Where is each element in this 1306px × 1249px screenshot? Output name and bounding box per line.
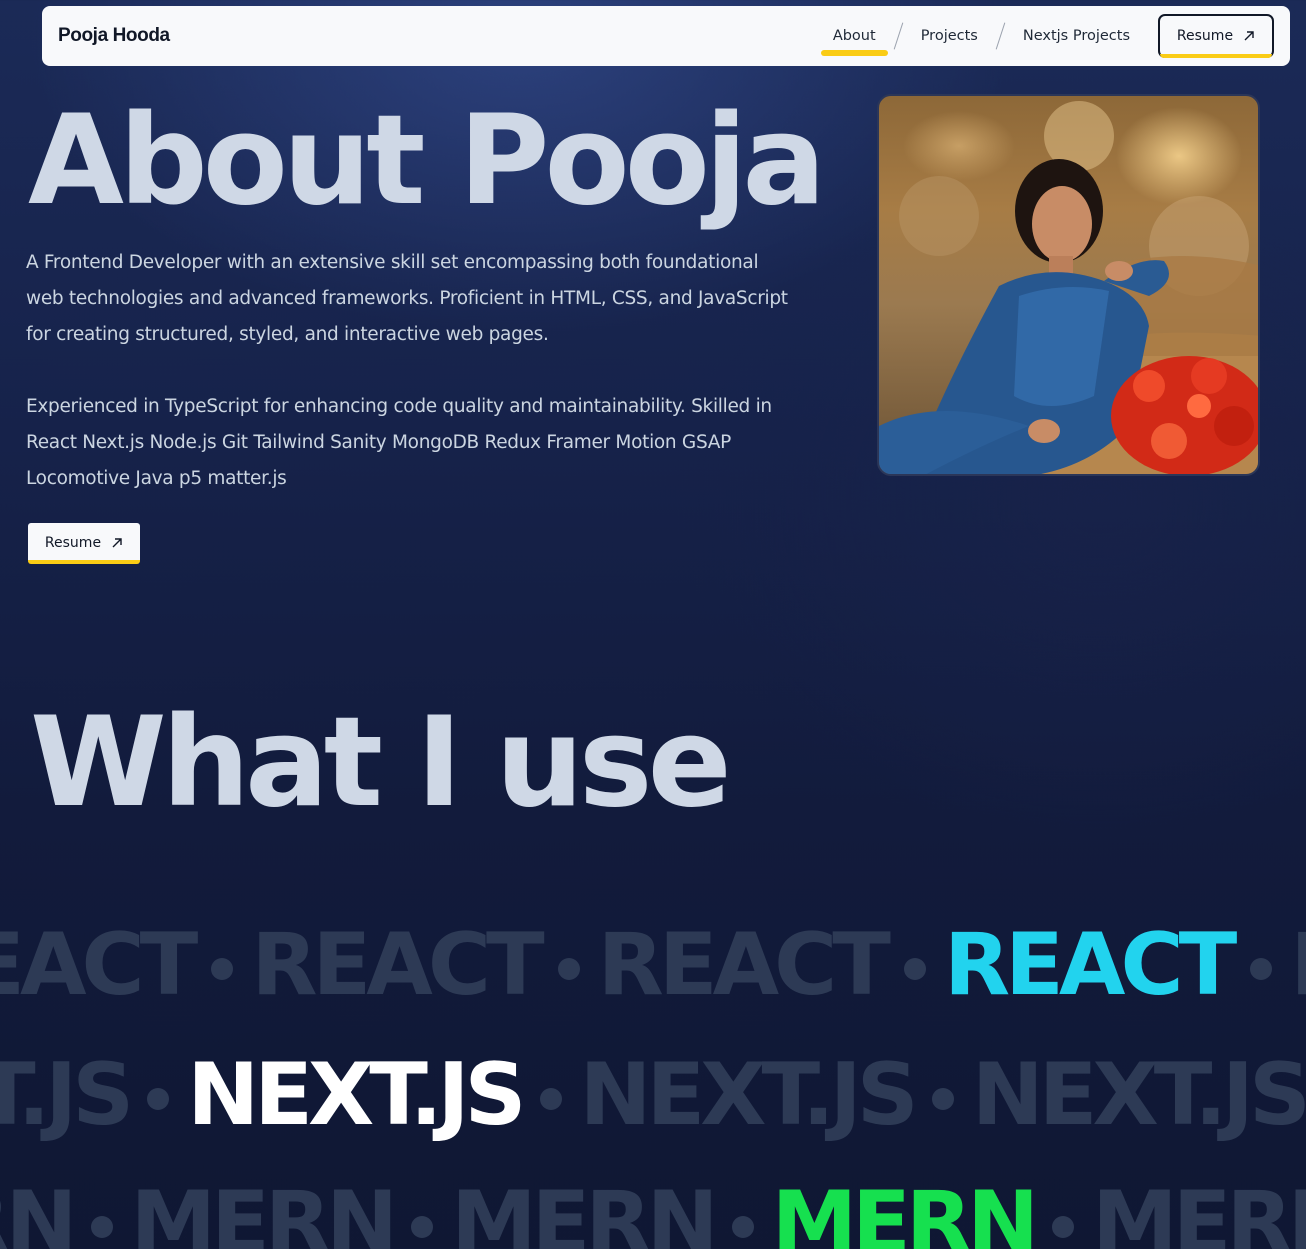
marquee-word: NEXT.JS [579, 1045, 919, 1145]
marquee-word: REACT [251, 915, 544, 1015]
nav-links: About Projects Nextjs Projects Resume [820, 14, 1274, 58]
marquee-react: REACT REACT REACT REACT REACT [0, 910, 1306, 1020]
top-navbar: Pooja Hooda About Projects Nextjs Projec… [42, 6, 1290, 66]
bullet-dot [539, 1088, 562, 1110]
nav-link-about[interactable]: About [820, 24, 888, 56]
marquee-word: MERN [1092, 1173, 1306, 1249]
marquee-word-highlighted: REACT [943, 915, 1237, 1015]
marquee-word: MERN [0, 1173, 78, 1249]
section-title-what-i-use: What I use [30, 691, 732, 835]
bullet-dot [90, 1216, 113, 1238]
marquee-word: REACT [0, 915, 198, 1015]
nav-link-projects[interactable]: Projects [909, 24, 990, 48]
bio-paragraph: Experienced in TypeScript for enhancing … [26, 396, 772, 489]
marquee-track: NEXT.JS NEXT.JS NEXT.JS NEXT.JS [0, 1040, 1306, 1150]
nav-resume-label: Resume [1176, 28, 1234, 44]
nav-divider [995, 22, 1006, 50]
resume-button-label: Resume [44, 535, 102, 551]
marquee-word: REACT [1290, 910, 1306, 1020]
bullet-dot [1052, 1216, 1075, 1238]
marquee-nextjs: NEXT.JS NEXT.JS NEXT.JS NEXT.JS [0, 1040, 1306, 1150]
nav-divider [893, 22, 903, 50]
marquee-word-highlighted: NEXT.JS [187, 1045, 526, 1145]
marquee-track: REACT REACT REACT REACT REACT [0, 910, 1306, 1020]
arrow-up-right-icon [1244, 31, 1254, 41]
resume-button[interactable]: Resume [28, 523, 140, 564]
nav-link-nextjs-projects[interactable]: Nextjs Projects [1011, 24, 1142, 48]
marquee-word: MERN [130, 1173, 399, 1249]
bullet-dot [731, 1216, 754, 1238]
bullet-dot [1250, 958, 1273, 980]
marquee-mern: MERN MERN MERN MERN MERN [0, 1168, 1306, 1249]
profile-photo [877, 94, 1260, 476]
bullet-dot [147, 1088, 170, 1110]
brand-name[interactable]: Pooja Hooda [58, 25, 170, 47]
marquee-word: REACT [597, 915, 891, 1015]
marquee-word-highlighted: MERN [771, 1173, 1040, 1249]
nav-resume-button[interactable]: Resume [1158, 14, 1274, 58]
bullet-dot [557, 958, 580, 980]
bio-paragraph: A Frontend Developer with an extensive s… [26, 252, 788, 345]
bullet-dot [211, 958, 234, 980]
arrow-up-right-icon [112, 538, 122, 548]
marquee-word: NEXT.JS [971, 1045, 1306, 1145]
bullet-dot [931, 1088, 954, 1110]
portrait-illustration [879, 101, 1258, 474]
bullet-dot [411, 1216, 434, 1238]
bullet-dot [903, 958, 926, 980]
marquee-word: MERN [451, 1173, 719, 1249]
marquee-word: NEXT.JS [0, 1045, 134, 1145]
bio-text: A Frontend Developer with an extensive s… [26, 245, 796, 497]
marquee-track: MERN MERN MERN MERN MERN [0, 1168, 1306, 1249]
page-title: About Pooja [28, 89, 826, 233]
